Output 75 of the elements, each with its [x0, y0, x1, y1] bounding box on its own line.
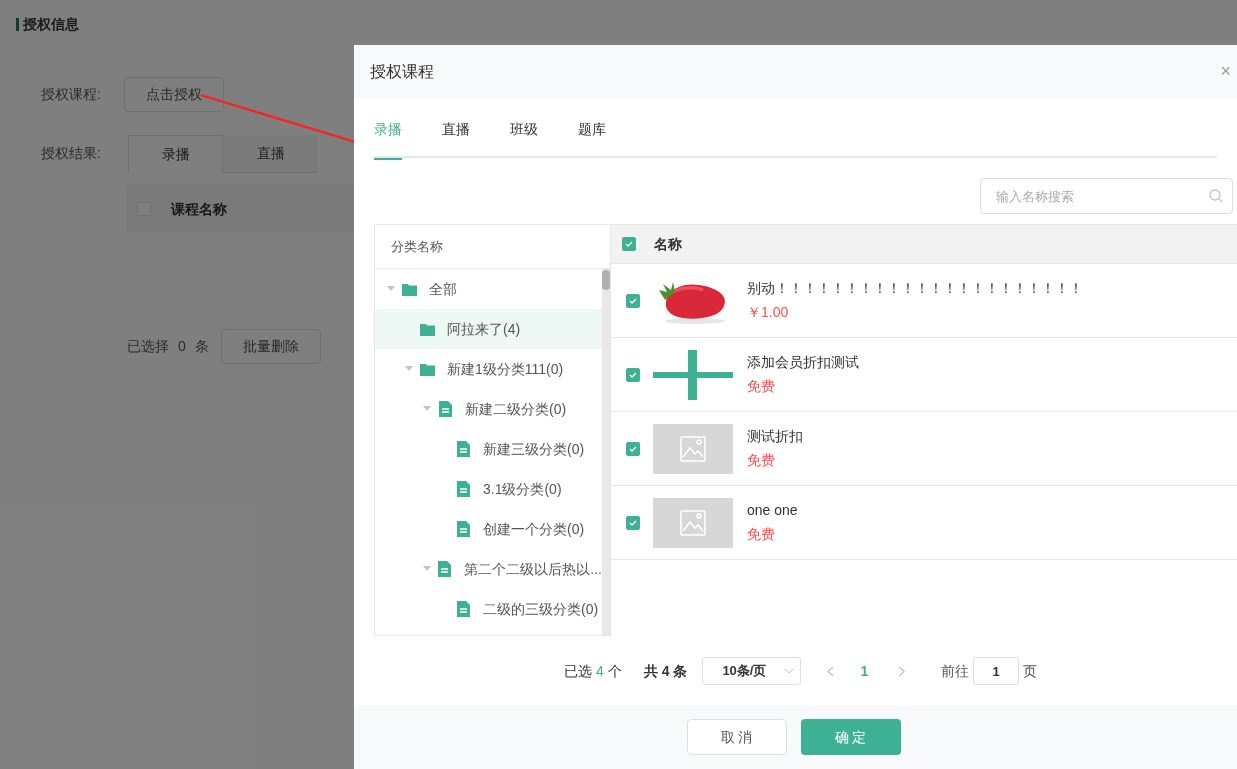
selection-count: 0 [178, 337, 186, 356]
course-price: ￥1.00 [747, 303, 790, 322]
document-icon [438, 401, 452, 417]
section-title: 授权信息 [23, 15, 79, 34]
image-icon [680, 435, 706, 462]
tree-label: 全部 [429, 279, 457, 299]
page-size-select[interactable]: 10条/页 [702, 657, 802, 685]
checkbox[interactable] [626, 515, 640, 530]
caret-icon [422, 566, 431, 572]
course-price: 免费 [747, 377, 776, 396]
tree-label: 二级的三级分类(0) [483, 599, 599, 619]
chevron-left-icon[interactable] [827, 665, 835, 677]
chevron-down-icon [784, 668, 795, 674]
checkbox[interactable] [622, 237, 636, 251]
tree-label: 新建二级分类(0) [465, 399, 567, 419]
document-icon [456, 601, 470, 617]
document-icon [438, 561, 451, 577]
selected-label: 已选 [564, 661, 592, 681]
caret-icon [423, 406, 431, 412]
search-icon [1209, 189, 1223, 203]
tree-label: 新建三级分类(0) [483, 439, 585, 459]
dialog-title: 授权课程 [370, 61, 434, 82]
course-price: 免费 [747, 525, 776, 544]
tab[interactable]: 直播 [442, 98, 470, 160]
tab[interactable]: 直播 [223, 135, 318, 173]
tree-label: 阿拉来了(4) [447, 319, 521, 339]
check-icon [624, 239, 634, 249]
image-icon [680, 509, 706, 536]
course-name: 测试折扣 [747, 427, 803, 446]
folder-icon [419, 322, 435, 336]
chevron-right-icon[interactable] [898, 665, 906, 677]
course-name: 添加会员折扣测试 [747, 353, 859, 372]
batch-delete-button[interactable]: 批量删除 [220, 329, 321, 364]
table-row[interactable]: 别动！！！！！！！！！！！！！！！！！！！！！！ ￥1.00 [611, 264, 1237, 338]
tab[interactable]: 题库 [578, 98, 606, 160]
cancel-button[interactable]: 取 消 [686, 719, 787, 755]
search-field[interactable]: 输入名称搜索 [980, 178, 1233, 214]
tree-label: 3.1级分类(0) [483, 479, 562, 499]
tree-label: 新建1级分类111(0) [447, 359, 564, 379]
folder-icon [419, 362, 435, 376]
scrollbar[interactable] [602, 269, 610, 635]
tab[interactable]: 录播 [128, 135, 223, 173]
tree-label: 创建一个分类(0) [483, 519, 585, 539]
table-row[interactable]: one one 免费 [611, 486, 1237, 560]
checkbox[interactable] [626, 367, 640, 382]
tab[interactable]: 班级 [510, 98, 538, 160]
document-icon [456, 441, 470, 457]
column-header: 课程名称 [171, 199, 227, 219]
total-count: 共 4 条 [643, 661, 688, 681]
field-label: 授权结果: [41, 144, 102, 163]
selection-label: 已选择 [127, 337, 169, 356]
selection-unit: 条 [194, 337, 209, 356]
checkbox[interactable] [626, 293, 640, 308]
authorize-button[interactable]: 点击授权 [124, 77, 224, 112]
table-row[interactable]: 添加会员折扣测试 免费 [611, 338, 1237, 412]
field-label: 授权课程: [41, 85, 102, 104]
course-price: 免费 [747, 451, 776, 470]
tree-label: 第二个二级以后热以... [464, 559, 602, 579]
caret-icon [405, 366, 413, 372]
page-input[interactable]: 1 [973, 657, 1020, 685]
folder-icon [401, 282, 417, 296]
selected-count: 4 [596, 661, 604, 681]
checkbox[interactable] [626, 441, 640, 456]
caret-icon [387, 286, 395, 292]
page-unit: 页 [1023, 661, 1038, 681]
course-name: one one [747, 501, 798, 520]
column-header: 名称 [654, 234, 682, 254]
tree-item[interactable]: 阿拉来了(4) [375, 309, 602, 349]
course-name: 别动！！！！！！！！！！！！！！！！！！！！！！ [747, 279, 1083, 298]
table-row[interactable]: 测试折扣 免费 [611, 412, 1237, 486]
selected-unit: 个 [607, 661, 622, 681]
document-icon [456, 521, 470, 537]
goto-label: 前往 [941, 661, 970, 681]
column-header: 分类名称 [391, 237, 443, 256]
document-icon [456, 481, 470, 497]
